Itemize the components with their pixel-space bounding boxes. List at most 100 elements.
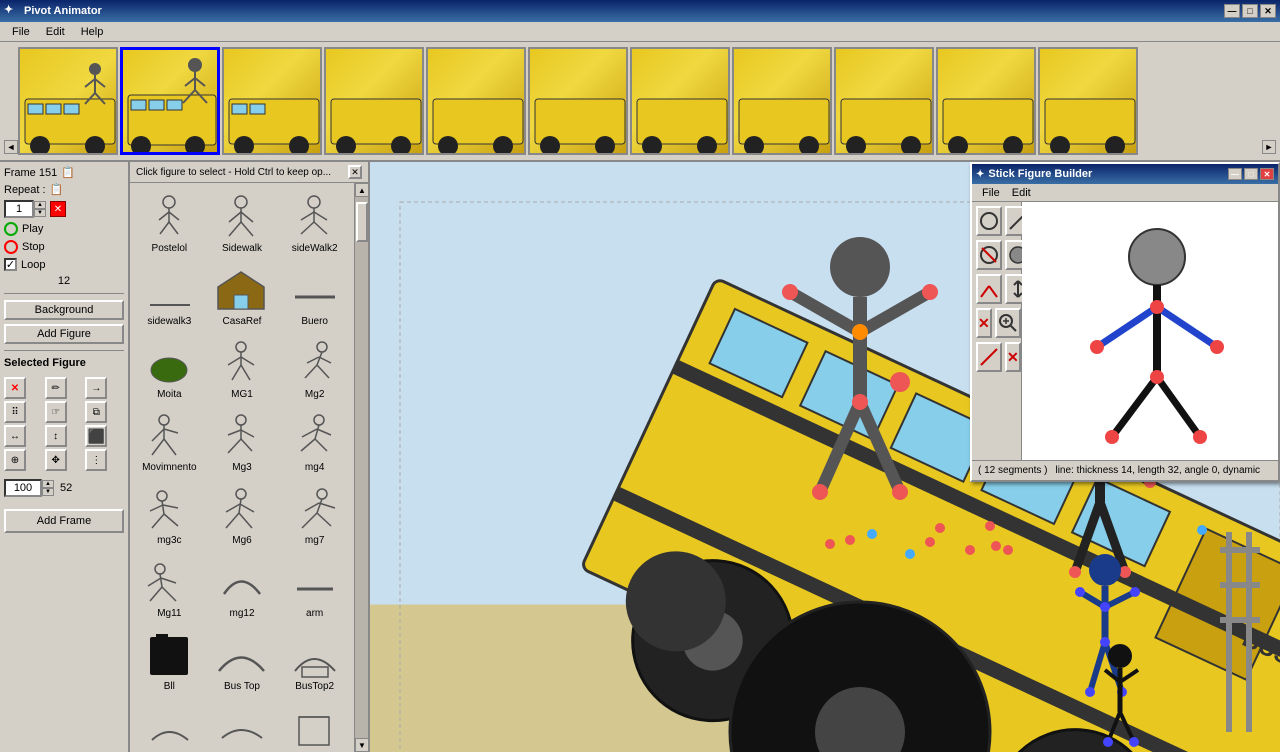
panel-close-button[interactable]: ✕: [348, 165, 362, 179]
flip-h-button[interactable]: ↔: [4, 425, 26, 447]
frame-thumb[interactable]: [936, 47, 1036, 155]
frame-thumb[interactable]: [732, 47, 832, 155]
scroll-button[interactable]: ⋮: [85, 449, 107, 471]
copy-tool-button[interactable]: ⧉: [85, 401, 107, 423]
figure-item-mg12[interactable]: mg12: [207, 552, 278, 623]
figure-item-extra2[interactable]: [207, 698, 278, 752]
frame-thumb[interactable]: [426, 47, 526, 155]
sfb-line2-tool[interactable]: [976, 342, 1002, 372]
figure-item-extra1[interactable]: [134, 698, 205, 752]
figure-item-sidewalk2[interactable]: sideWalk2: [279, 187, 350, 258]
figure-item-mg3c[interactable]: mg3c: [134, 479, 205, 550]
zoom-row: 100 ▲ ▼ 52: [4, 479, 124, 497]
spin-down[interactable]: ▼: [34, 209, 46, 217]
figure-item-moita[interactable]: Moita: [134, 333, 205, 404]
copy-icon[interactable]: 📋: [50, 183, 64, 196]
sfb-menu-edit[interactable]: Edit: [1006, 186, 1037, 200]
sfb-clear-tool[interactable]: ✕: [1005, 342, 1021, 372]
figure-item-extra3[interactable]: [279, 698, 350, 752]
figure-item-arm[interactable]: arm: [279, 552, 350, 623]
filmstrip-scroll-left[interactable]: ◄: [4, 140, 18, 154]
repeat-spinner[interactable]: 1 ▲ ▼: [4, 200, 46, 218]
figure-item-mg2[interactable]: Mg2: [279, 333, 350, 404]
minimize-button[interactable]: —: [1224, 4, 1240, 18]
menu-file[interactable]: File: [4, 24, 38, 40]
sfb-delete-tool[interactable]: ✕: [976, 308, 992, 338]
frame-thumb[interactable]: [18, 47, 118, 155]
arrow-right-button[interactable]: →: [85, 377, 107, 399]
tool-grid: ✕ ✏ → ⠿ ☞ ⧉ ↔ ↕ ⬛ ⊕ ✥ ⋮: [4, 377, 124, 471]
sfb-maximize-button[interactable]: □: [1244, 168, 1258, 180]
frame-thumb[interactable]: [834, 47, 934, 155]
frame-thumb[interactable]: [1038, 47, 1138, 155]
dots-button[interactable]: ⠿: [4, 401, 26, 423]
content-area: Frame 151 📋 Repeat : 📋 1 ▲ ▼ ✕: [0, 162, 1280, 752]
figure-item-bll[interactable]: Bll: [134, 625, 205, 696]
figure-item-postelol[interactable]: Postelol: [134, 187, 205, 258]
figure-item-sidewalk3[interactable]: sidewalk3: [134, 260, 205, 331]
figure-item-bustop[interactable]: Bus Top: [207, 625, 278, 696]
sfb-minimize-button[interactable]: —: [1228, 168, 1242, 180]
canvas-area[interactable]: BUS: [370, 162, 1280, 752]
loop-checkbox[interactable]: ✓: [4, 258, 17, 271]
move-button[interactable]: ✥: [45, 449, 67, 471]
delete-tool-button[interactable]: ✕: [4, 377, 26, 399]
filmstrip-scroll-right[interactable]: ►: [1262, 140, 1276, 154]
paint-button[interactable]: ⬛: [85, 425, 107, 447]
figure-item-sidewalk[interactable]: Sidewalk: [207, 187, 278, 258]
add-frame-button[interactable]: Add Frame: [4, 509, 124, 533]
sfb-circle-tool[interactable]: [976, 206, 1002, 236]
sfb-close-button[interactable]: ✕: [1260, 168, 1274, 180]
zoom-spinner[interactable]: 100 ▲ ▼: [4, 479, 54, 497]
scroll-down-arrow[interactable]: ▼: [355, 738, 368, 752]
figure-item-bustop2[interactable]: BusTop2: [279, 625, 350, 696]
frame-thumb-selected[interactable]: [120, 47, 220, 155]
background-button[interactable]: Background: [4, 300, 124, 320]
pencil-tool-button[interactable]: ✏: [45, 377, 67, 399]
sfb-menu-file[interactable]: File: [976, 186, 1006, 200]
flip-v-button[interactable]: ↕: [45, 425, 67, 447]
figure-item-casaref[interactable]: CasaRef: [207, 260, 278, 331]
repeat-input[interactable]: 1: [4, 200, 34, 218]
scroll-up-arrow[interactable]: ▲: [355, 183, 368, 197]
figure-item-buero[interactable]: Buero: [279, 260, 350, 331]
filmstrip-frames: [18, 47, 1262, 155]
figure-item-mg1[interactable]: MG1: [207, 333, 278, 404]
spin-up[interactable]: ▲: [34, 201, 46, 209]
clone-button[interactable]: ⊕: [4, 449, 26, 471]
stop-row[interactable]: Stop: [4, 240, 124, 254]
hand-button[interactable]: ☞: [45, 401, 67, 423]
zoom-up[interactable]: ▲: [42, 480, 54, 488]
figure-panel-content: Postelol: [130, 183, 368, 752]
sfb-title: Stick Figure Builder: [988, 168, 1092, 180]
figure-item-movimnento[interactable]: Movimnento: [134, 406, 205, 477]
maximize-button[interactable]: □: [1242, 4, 1258, 18]
menu-edit[interactable]: Edit: [38, 24, 73, 40]
scroll-thumb[interactable]: [356, 202, 368, 242]
copy-frame-icon[interactable]: 📋: [61, 166, 75, 179]
delete-button[interactable]: ✕: [50, 201, 66, 217]
figure-item-mg3[interactable]: Mg3: [207, 406, 278, 477]
figure-item-mg4[interactable]: mg4: [279, 406, 350, 477]
sfb-canvas[interactable]: [1022, 202, 1278, 460]
play-circle-icon: [4, 222, 18, 236]
sfb-bend-tool[interactable]: [976, 274, 1002, 304]
zoom-input[interactable]: 100: [4, 479, 42, 497]
play-row[interactable]: Play: [4, 222, 124, 236]
zoom-down[interactable]: ▼: [42, 488, 54, 496]
close-button[interactable]: ✕: [1260, 4, 1276, 18]
sfb-zoom-tool[interactable]: [995, 308, 1021, 338]
frame-thumb[interactable]: [528, 47, 628, 155]
frame-thumb[interactable]: [324, 47, 424, 155]
figure-panel: Click figure to select - Hold Ctrl to ke…: [130, 162, 370, 752]
frame-thumb[interactable]: [630, 47, 730, 155]
figure-item-mg11[interactable]: Mg11: [134, 552, 205, 623]
figure-item-mg7[interactable]: mg7: [279, 479, 350, 550]
figure-thumb-buero: [285, 264, 345, 314]
sfb-no-fill-tool[interactable]: [976, 240, 1002, 270]
add-figure-button[interactable]: Add Figure: [4, 324, 124, 344]
frame-thumb[interactable]: [222, 47, 322, 155]
menu-help[interactable]: Help: [73, 24, 112, 40]
sfb-window: ✦ Stick Figure Builder — □ ✕ File Edit: [970, 162, 1280, 482]
figure-item-mg6[interactable]: Mg6: [207, 479, 278, 550]
